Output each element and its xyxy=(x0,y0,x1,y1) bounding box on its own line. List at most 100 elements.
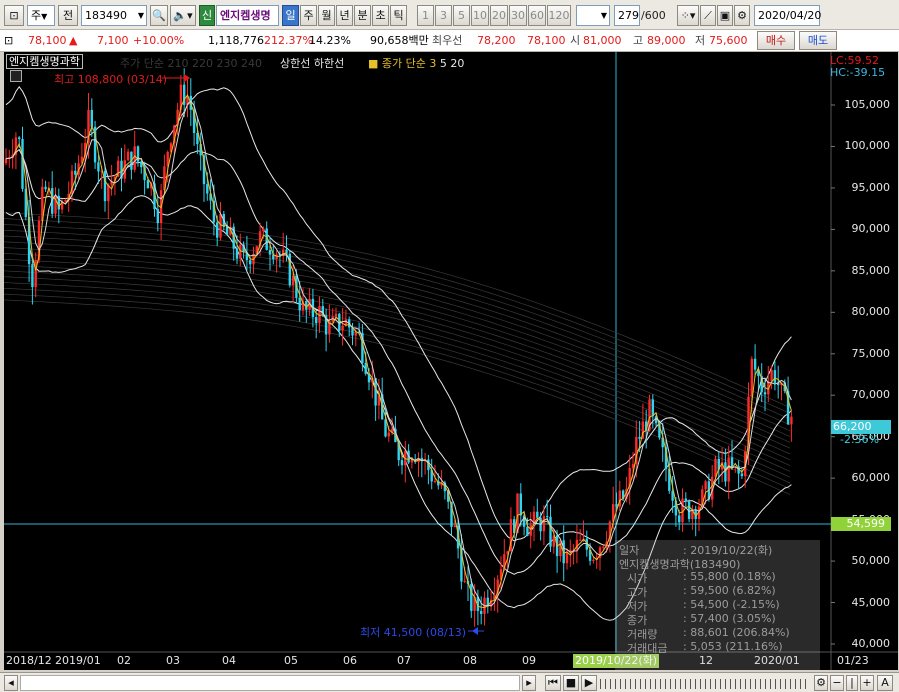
candle-body xyxy=(704,481,707,490)
candle-body xyxy=(133,146,136,170)
auto-button[interactable]: A xyxy=(877,675,893,691)
sell-button[interactable]: 매도 xyxy=(799,31,837,50)
candle-body xyxy=(34,260,37,288)
minute-10[interactable]: 10 xyxy=(471,5,489,26)
candle-body xyxy=(526,526,529,536)
play-icon[interactable]: ▶ xyxy=(581,675,597,691)
scroll-left-icon[interactable]: ◂ xyxy=(4,675,18,691)
minute-60[interactable]: 60 xyxy=(528,5,546,26)
candle-body xyxy=(364,362,367,374)
settings-icon[interactable]: ⚙ xyxy=(734,5,750,26)
scrollbar-track[interactable] xyxy=(20,675,520,691)
period-select-value: 주 xyxy=(31,9,42,22)
tab-week[interactable]: 주 xyxy=(300,5,317,26)
tooltip-row: 거래대금: 5,053 (211.16%) xyxy=(627,640,783,655)
minute-30[interactable]: 30 xyxy=(509,5,527,26)
minute-1[interactable]: 1 xyxy=(417,5,434,26)
jeon-button[interactable]: 전 xyxy=(58,5,78,26)
price-tick-label: 85,000 xyxy=(851,263,891,277)
up-arrow-icon: ▲ xyxy=(69,34,78,47)
candle-body xyxy=(219,214,222,238)
candle-body xyxy=(480,610,483,614)
tab-second[interactable]: 초 xyxy=(372,5,389,26)
data-tooltip: 일자: 2019/10/22(화) 엔지켐생명과학(183490) 시가: 55… xyxy=(615,540,820,670)
legend-close-ma: ■ 종가 단순 3 5 20 xyxy=(368,55,464,71)
time-tick-label: 06 xyxy=(343,654,357,667)
long-ma-line xyxy=(4,218,791,414)
max-price-label: 최고 108,800 (03/14) xyxy=(54,73,168,86)
candle-body xyxy=(684,498,687,502)
high-label: 고 xyxy=(633,34,644,47)
grid-toggle-icon[interactable] xyxy=(10,70,22,82)
candle-body xyxy=(651,399,654,417)
stop-icon[interactable]: ■ xyxy=(563,675,579,691)
candle-body xyxy=(298,297,301,311)
candle-body xyxy=(714,458,717,477)
candle-body xyxy=(542,516,546,532)
best-ask-label: 최우선 xyxy=(432,34,463,47)
save-icon[interactable]: ▣ xyxy=(717,5,733,26)
settings-icon[interactable]: ⚙ xyxy=(814,675,828,691)
long-ma-line xyxy=(4,241,791,437)
chart-title[interactable]: 엔지켐생명과학 xyxy=(6,54,83,69)
tab-year[interactable]: 년 xyxy=(336,5,353,26)
candle-body xyxy=(753,358,757,370)
date-input[interactable]: 2020/04/20 xyxy=(754,5,821,26)
time-tick-label: 02 xyxy=(117,654,131,667)
best-ask: 78,200 xyxy=(477,34,516,47)
long-ma-line xyxy=(4,253,791,449)
candle-body xyxy=(549,516,552,547)
candle-body xyxy=(90,109,93,127)
period-tabs: 일 주 월 년 분 초 틱 xyxy=(282,5,410,26)
candle-body xyxy=(107,184,110,202)
turnover: 14.23% xyxy=(309,34,351,47)
zoom-in-button[interactable]: + xyxy=(860,675,874,691)
legend-close-label: 종가 단순 xyxy=(381,57,426,70)
count-input[interactable]: 279 xyxy=(614,5,640,26)
grid-icon[interactable]: ⁘▾ xyxy=(677,5,699,26)
time-tick-label: 01/23 xyxy=(837,654,869,667)
minute-120[interactable]: 120 xyxy=(547,5,571,26)
period-select[interactable]: 주▼ xyxy=(27,5,55,26)
volume-ratio: 212.37% xyxy=(264,34,313,47)
legend-square-icon: ■ xyxy=(368,57,379,70)
buy-button[interactable]: 매수 xyxy=(757,31,795,50)
chart-type-icon[interactable]: ⟋ xyxy=(700,5,716,26)
candle-body xyxy=(64,200,67,202)
minute-5[interactable]: 5 xyxy=(453,5,470,26)
volume: 1,118,776 xyxy=(208,34,264,47)
high-price: 89,000 xyxy=(647,34,686,47)
tab-month[interactable]: 월 xyxy=(318,5,335,26)
quote-bar: ⊡ 78,100 ▲ 7,100 +10.00% 1,118,776 212.3… xyxy=(0,30,899,52)
tab-day[interactable]: 일 xyxy=(282,5,299,26)
minute-3[interactable]: 3 xyxy=(435,5,452,26)
zoom-ruler[interactable] xyxy=(600,679,810,689)
long-ma-line xyxy=(4,287,791,484)
speaker-icon[interactable]: 🔈▾ xyxy=(170,5,196,26)
minute-20[interactable]: 20 xyxy=(490,5,508,26)
candle-body xyxy=(216,222,219,238)
tab-tick[interactable]: 틱 xyxy=(390,5,407,26)
candle-body xyxy=(315,317,318,324)
window-icon[interactable]: ⊡ xyxy=(4,5,24,26)
first-icon[interactable]: ⏮ xyxy=(545,675,561,691)
minute-tabs: 1 3 5 10 20 30 60 120 xyxy=(417,5,573,26)
cursor-price-tag: 54,599 xyxy=(831,517,891,531)
custom-period-input[interactable]: ▼ xyxy=(576,5,610,26)
tab-minute[interactable]: 분 xyxy=(354,5,371,26)
low-price: 75,600 xyxy=(709,34,748,47)
candle-body xyxy=(400,460,404,466)
search-icon[interactable]: 🔍 xyxy=(150,5,168,26)
open-label: 시 xyxy=(570,34,581,47)
scroll-right-icon[interactable]: ▸ xyxy=(522,675,536,691)
stock-code-input[interactable]: 183490 ▼ xyxy=(81,5,147,26)
price-tick-label: 40,000 xyxy=(851,637,891,650)
long-ma-line xyxy=(4,293,791,490)
candle-body xyxy=(773,370,777,383)
price-chart[interactable]: 엔지켐생명과학 주가 단순 210 220 230 240 상한선 하한선 ■ … xyxy=(4,52,898,670)
candle-body xyxy=(463,580,466,582)
candle-body xyxy=(730,457,734,467)
time-tick-label: 04 xyxy=(222,654,236,667)
price-tick-label: 50,000 xyxy=(851,554,891,568)
zoom-out-button[interactable]: − xyxy=(830,675,844,691)
